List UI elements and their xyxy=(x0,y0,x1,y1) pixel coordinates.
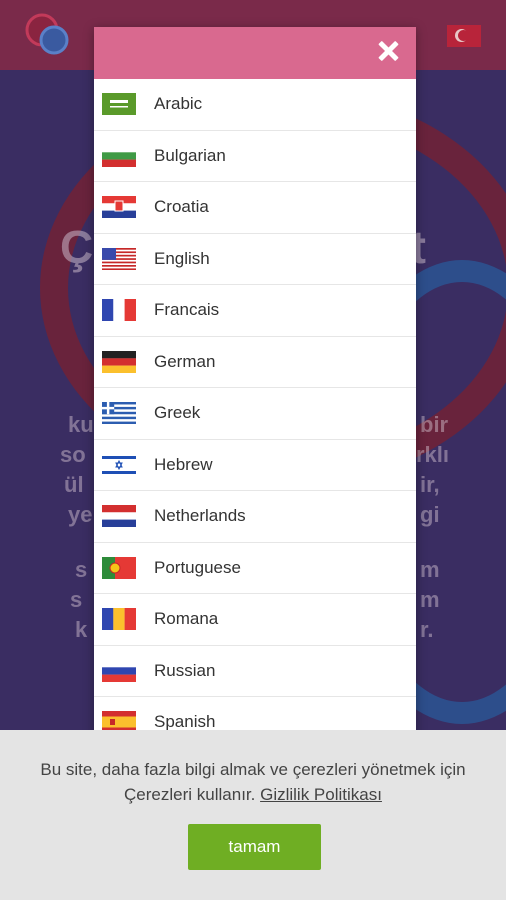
language-label: German xyxy=(154,351,216,371)
background-text: r. xyxy=(420,617,434,642)
germany-flag-icon xyxy=(102,350,136,373)
language-item-romana[interactable]: Romana xyxy=(94,594,416,646)
language-item-german[interactable]: German xyxy=(94,337,416,388)
background-text: ye xyxy=(68,502,93,527)
chat-logo-icon xyxy=(25,13,69,55)
bulgaria-flag-icon xyxy=(102,144,136,167)
background-text: rklı xyxy=(416,442,450,467)
language-item-arabic[interactable]: Arabic xyxy=(94,79,416,131)
background-text: so xyxy=(60,442,86,467)
language-label: Croatia xyxy=(154,197,209,217)
language-label: Francais xyxy=(154,300,220,320)
portugal-flag-icon xyxy=(102,556,136,579)
russia-flag-icon xyxy=(102,659,136,682)
background-text: s xyxy=(70,587,83,612)
language-list: Arabic Bulgarian Croatia English Francai… xyxy=(94,79,416,749)
language-item-greek[interactable]: Greek xyxy=(94,388,416,440)
background-text: gi xyxy=(420,502,440,527)
accept-cookies-button[interactable]: tamam xyxy=(188,824,321,870)
netherlands-flag-icon xyxy=(102,505,136,528)
language-label: Hebrew xyxy=(154,454,213,474)
language-item-russian[interactable]: Russian xyxy=(94,646,416,697)
background-text: bir xyxy=(420,412,449,437)
background-text: ir, xyxy=(420,472,440,497)
france-flag-icon xyxy=(102,299,136,322)
language-label: Romana xyxy=(154,609,219,629)
close-icon[interactable] xyxy=(374,37,402,65)
language-label: Portuguese xyxy=(154,557,241,577)
background-text: m xyxy=(420,587,440,612)
cookie-banner: Bu site, daha fazla bilgi almak ve çerez… xyxy=(0,730,506,900)
croatia-flag-icon xyxy=(102,196,136,219)
saudi-arabia-flag-icon xyxy=(102,93,136,116)
background-text: ku xyxy=(68,412,94,437)
background-text: m xyxy=(420,557,440,582)
background-title-left: Ç xyxy=(60,221,95,273)
language-item-netherlands[interactable]: Netherlands xyxy=(94,491,416,543)
greece-flag-icon xyxy=(102,402,136,425)
background-text: ül xyxy=(64,472,84,497)
language-item-portuguese[interactable]: Portuguese xyxy=(94,543,416,594)
israel-flag-icon xyxy=(102,453,136,476)
usa-flag-icon xyxy=(102,247,136,270)
language-item-francais[interactable]: Francais xyxy=(94,285,416,337)
language-item-hebrew[interactable]: Hebrew xyxy=(94,440,416,491)
modal-header xyxy=(94,27,416,79)
language-modal: Arabic Bulgarian Croatia English Francai… xyxy=(94,27,416,749)
cookie-message: Bu site, daha fazla bilgi almak ve çerez… xyxy=(40,760,466,804)
cookie-text: Bu site, daha fazla bilgi almak ve çerez… xyxy=(20,757,486,807)
privacy-policy-link[interactable]: Gizlilik Politikası xyxy=(260,785,382,804)
background-text: k xyxy=(75,617,88,642)
turkey-flag-icon[interactable] xyxy=(447,25,481,47)
language-item-croatia[interactable]: Croatia xyxy=(94,182,416,234)
romania-flag-icon xyxy=(102,608,136,631)
language-label: Greek xyxy=(154,403,201,423)
language-label: Bulgarian xyxy=(154,145,226,165)
language-label: Russian xyxy=(154,660,216,680)
language-label: Netherlands xyxy=(154,506,246,526)
language-label: Arabic xyxy=(154,94,203,114)
language-label: English xyxy=(154,248,210,268)
language-item-english[interactable]: English xyxy=(94,234,416,285)
language-item-bulgarian[interactable]: Bulgarian xyxy=(94,131,416,182)
background-text: s xyxy=(75,557,88,582)
